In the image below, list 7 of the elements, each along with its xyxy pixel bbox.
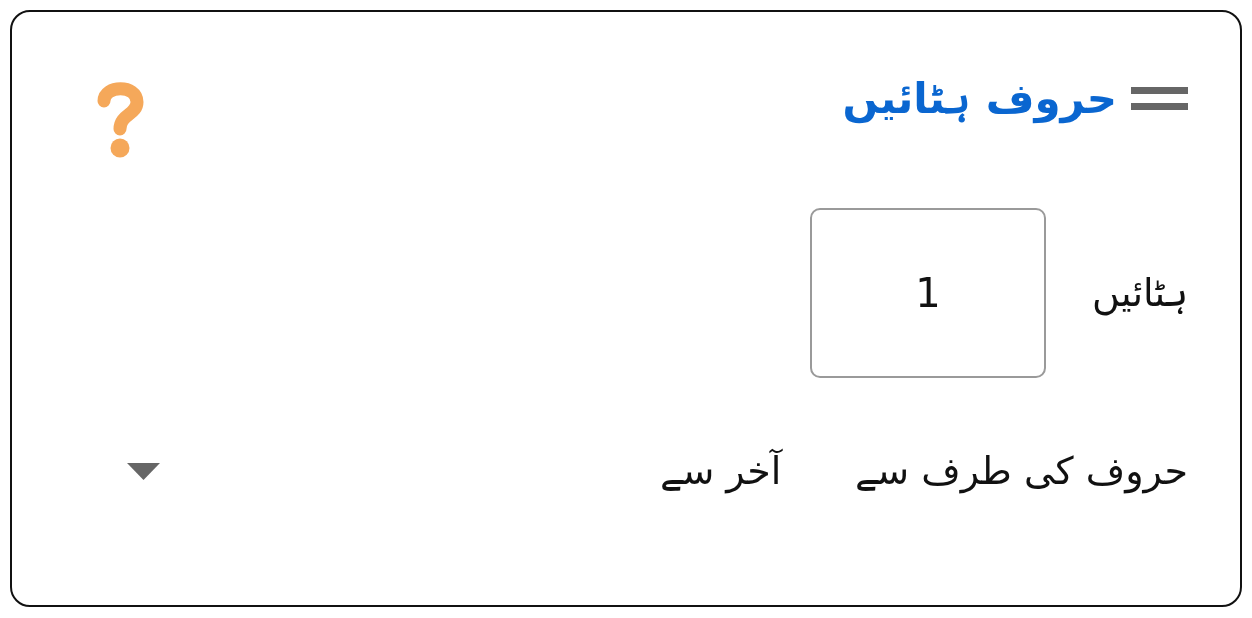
field-label: ہٹائیں: [1092, 269, 1188, 318]
caret-icon: [127, 463, 160, 480]
drag-handle-icon[interactable]: [1131, 87, 1188, 110]
dropdown[interactable]: آخر سے: [127, 444, 782, 499]
field-label: حروف کی طرف سے: [855, 448, 1188, 496]
number-field[interactable]: 1: [810, 208, 1046, 378]
block-title: حروف ہٹائیں: [842, 73, 1117, 125]
